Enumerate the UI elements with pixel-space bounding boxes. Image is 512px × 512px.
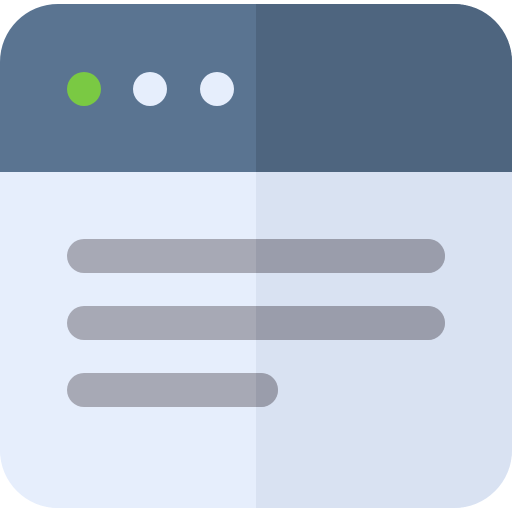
content-line [67,239,445,273]
title-bar-shade [256,4,512,172]
window-dot [200,72,234,106]
browser-window-icon [0,4,512,508]
window-title-bar [0,4,512,172]
window-body [0,172,512,508]
window-body-shade [256,172,512,508]
window-dot [133,72,167,106]
window-dot-green [67,72,101,106]
content-line [67,373,278,407]
content-line-shade [256,373,278,407]
content-line [67,306,445,340]
content-line-shade [256,239,445,273]
content-line-shade [256,306,445,340]
